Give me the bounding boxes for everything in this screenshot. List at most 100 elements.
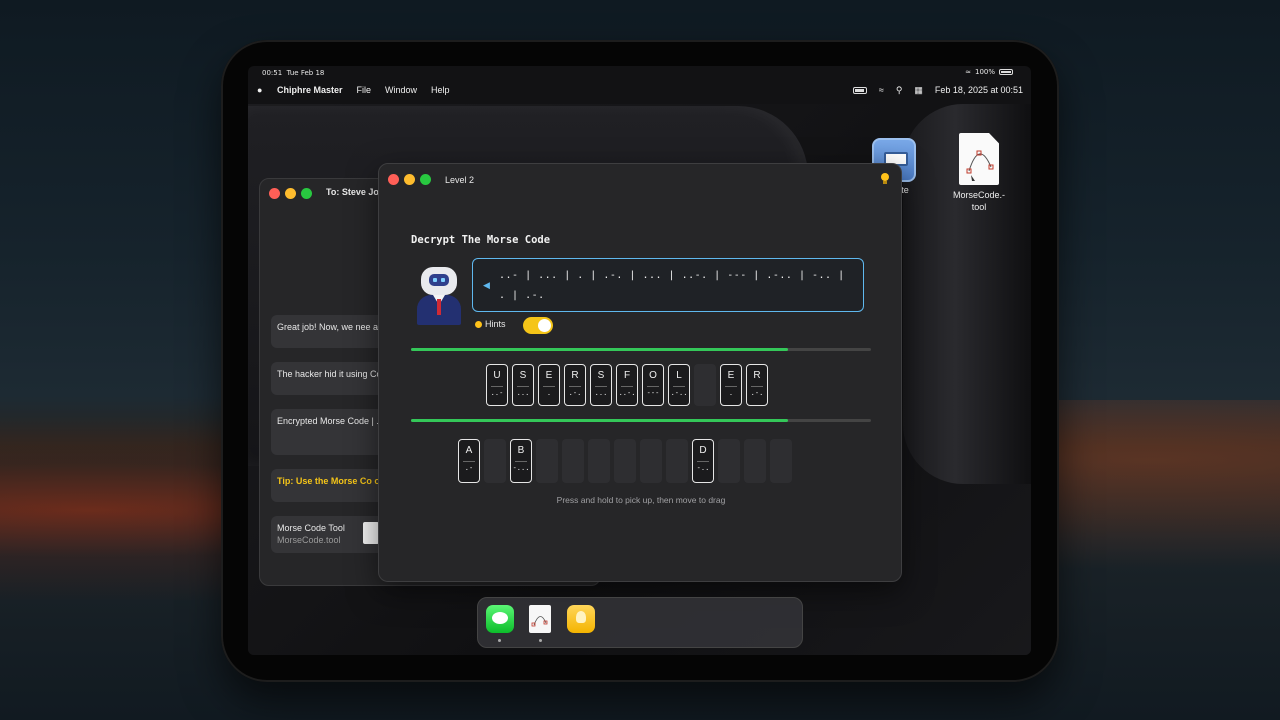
bank-empty-slot[interactable] [770, 439, 792, 483]
status-time: 00:51 [262, 69, 283, 77]
messages-icon[interactable] [486, 605, 514, 633]
window-controls [269, 188, 312, 199]
bank-empty-slot[interactable] [588, 439, 610, 483]
control-center-icon[interactable]: ▦ [914, 85, 923, 96]
level-window[interactable]: Level 2 Decrypt The Morse Code ◀ ..- | .… [378, 163, 902, 582]
hints-label: Hints [485, 319, 506, 329]
wifi-icon[interactable]: ≈ [879, 85, 884, 95]
menu-file[interactable]: File [357, 85, 372, 95]
zoom-button[interactable] [301, 188, 312, 199]
tile-divider [595, 386, 607, 387]
answer-empty-slot[interactable] [694, 364, 716, 406]
bank-letter-tile[interactable]: D -.. [692, 439, 714, 483]
menubar-extras: ≈ ⚲ ▦ Feb 18, 2025 at 00:51 [852, 85, 1023, 96]
answer-letter-tile[interactable]: U ..- [486, 364, 508, 406]
bezier-icon [966, 150, 994, 181]
status-date: Tue Feb 18 [286, 69, 325, 77]
tile-morse: ... [516, 389, 530, 397]
hint-bulb-icon[interactable] [879, 173, 891, 187]
tile-letter: R [753, 370, 761, 381]
answer-letter-tile[interactable]: F ..-. [616, 364, 638, 406]
battery-percent: 100% [974, 68, 995, 76]
morse-code-text: ..- | ... | . | .-. | ... | ..-. | --- |… [499, 270, 845, 301]
apple-icon[interactable]: ● [257, 85, 267, 95]
tile-morse: .-.. [670, 389, 688, 397]
tile-divider [543, 386, 555, 387]
bank-empty-slot[interactable] [718, 439, 740, 483]
tile-divider [697, 461, 709, 462]
progress-fill [411, 348, 789, 351]
answer-letter-tile[interactable]: R .-. [564, 364, 586, 406]
hint-app-icon[interactable] [567, 605, 595, 633]
tile-morse: --- [646, 389, 660, 397]
bank-empty-slot[interactable] [484, 439, 506, 483]
tile-morse: ..-. [618, 389, 636, 397]
answer-letter-tile[interactable]: R .-. [746, 364, 768, 406]
tile-letter: R [571, 370, 579, 381]
tile-letter: U [493, 370, 501, 381]
app-name-menu[interactable]: Chiphre Master [277, 85, 343, 95]
tile-divider [491, 386, 503, 387]
tile-morse: . [728, 389, 734, 397]
tile-divider [621, 386, 633, 387]
tile-divider [515, 461, 527, 462]
tile-letter: D [699, 445, 707, 456]
progress-bar-bottom [411, 419, 871, 422]
menu-window[interactable]: Window [385, 85, 417, 95]
answer-letter-tile[interactable]: S... [512, 364, 534, 406]
tile-divider [673, 386, 685, 387]
tile-morse: ... [594, 389, 608, 397]
hints-label-group: Hints [475, 319, 506, 329]
tile-letter: F [623, 370, 631, 381]
close-button[interactable] [269, 188, 280, 199]
drag-hint-text: Press and hold to pick up, then move to … [556, 495, 726, 505]
tile-letter: O [649, 370, 657, 381]
answer-letter-tile[interactable]: E. [538, 364, 560, 406]
bank-empty-slot[interactable] [614, 439, 636, 483]
battery-icon [999, 69, 1013, 75]
tile-letter: L [676, 370, 682, 381]
robot-avatar [417, 267, 463, 325]
answer-letter-tile[interactable]: O --- [642, 364, 664, 406]
zoom-button[interactable] [420, 174, 431, 185]
minimize-button[interactable] [285, 188, 296, 199]
lightbulb-icon [475, 320, 482, 328]
bank-empty-slot[interactable] [640, 439, 662, 483]
morsecode-tool-icon[interactable] [529, 605, 551, 633]
bank-letter-tile[interactable]: B -... [510, 439, 532, 483]
morse-code-box: ◀ ..- | ... | . | .-. | ... | ..-. | ---… [472, 258, 864, 312]
minimize-button[interactable] [404, 174, 415, 185]
menu-help[interactable]: Help [431, 85, 450, 95]
bank-letter-tile[interactable]: A .- [458, 439, 480, 483]
tile-letter: E [727, 370, 735, 381]
tile-letter: B [517, 445, 525, 456]
speaker-icon[interactable]: ◀ [483, 280, 491, 290]
answer-letter-tile[interactable]: S... [590, 364, 612, 406]
bank-empty-slot[interactable] [562, 439, 584, 483]
tile-morse: .-. [750, 389, 764, 397]
running-indicator [539, 639, 542, 642]
battery-icon[interactable] [852, 86, 867, 94]
hints-toggle[interactable] [523, 317, 553, 334]
bank-empty-slot[interactable] [536, 439, 558, 483]
answer-letter-tile[interactable]: L .-.. [668, 364, 690, 406]
desktop-morsecode-tool[interactable]: MorseCode.- tool [944, 133, 1014, 213]
tile-divider [517, 386, 529, 387]
running-indicator [498, 639, 501, 642]
progress-fill [411, 419, 789, 422]
search-icon[interactable]: ⚲ [896, 85, 903, 96]
progress-bar-top [411, 348, 871, 351]
tile-divider [569, 386, 581, 387]
status-time-date: 00:51 Tue Feb 18 [262, 69, 324, 77]
tile-morse: . [546, 389, 552, 397]
answer-letter-tile[interactable]: E. [720, 364, 742, 406]
message-recipient: To: Steve Jo [326, 187, 379, 197]
bank-empty-slot[interactable] [744, 439, 766, 483]
letter-bank-row: A .- B -... D -.. [458, 439, 792, 483]
window-controls [388, 174, 431, 185]
tile-divider [725, 386, 737, 387]
tile-divider [751, 386, 763, 387]
bank-empty-slot[interactable] [666, 439, 688, 483]
close-button[interactable] [388, 174, 399, 185]
menubar-datetime[interactable]: Feb 18, 2025 at 00:51 [935, 85, 1023, 95]
